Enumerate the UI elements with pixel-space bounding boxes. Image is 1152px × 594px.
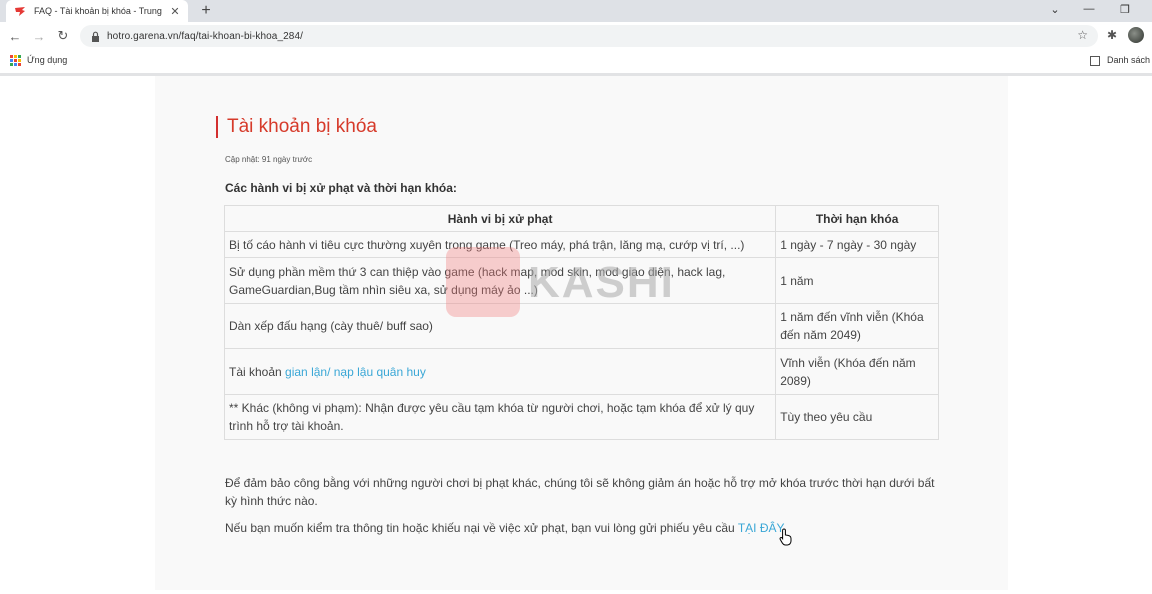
table-header-duration: Thời hạn khóa	[775, 205, 939, 232]
garena-favicon-icon	[14, 5, 26, 17]
behavior-prefix: Tài khoản	[229, 364, 286, 379]
watermark-text: KASHI	[528, 258, 675, 307]
browser-tab[interactable]: FAQ - Tài khoản bị khóa - Trung ✕	[6, 0, 188, 22]
table-cell-duration: Tùy theo yêu cầu	[775, 394, 939, 440]
tab-strip: FAQ - Tài khoản bị khóa - Trung ✕ + ⌄ — …	[0, 0, 1152, 22]
reload-icon[interactable]: ↻	[54, 27, 72, 45]
new-tab-icon[interactable]: +	[196, 1, 216, 21]
watermark-logo	[446, 247, 520, 317]
browser-toolbar: ← → ↻ hotro.garena.vn/faq/tai-khoan-bi-k…	[0, 22, 1152, 50]
table-cell-duration: 1 năm	[775, 257, 939, 304]
updated-timestamp: Cập nhật: 91 ngày trước	[225, 155, 313, 164]
page-viewport: Tài khoản bị khóa Cập nhật: 91 ngày trướ…	[0, 76, 1152, 594]
reading-list-icon[interactable]	[1090, 56, 1100, 66]
table-row: ** Khác (không vi phạm): Nhận được yêu c…	[223, 394, 939, 440]
table-row: Bị tố cáo hành vi tiêu cực thường xuyên …	[223, 231, 939, 258]
table-row: Dàn xếp đấu hạng (cày thuê/ buff sao) 1 …	[223, 303, 939, 349]
article-card: Tài khoản bị khóa Cập nhật: 91 ngày trướ…	[155, 76, 1008, 590]
table-header-behavior: Hành vi bị xử phạt	[223, 205, 777, 232]
policy-paragraph: Để đảm bảo công bằng với những người chơ…	[225, 476, 935, 508]
contact-here-link[interactable]: TẠI ĐÂY	[738, 521, 783, 535]
apps-grid-icon[interactable]	[10, 55, 21, 66]
lock-icon	[90, 30, 100, 42]
cheating-link[interactable]: gian lận/ nạp lậu quân huy	[285, 365, 426, 379]
forward-icon[interactable]: →	[30, 27, 48, 45]
back-icon[interactable]: ←	[6, 27, 24, 45]
apps-bookmark[interactable]: Ứng dụng	[27, 55, 67, 65]
table-header-row: Hành vi bị xử phạt Thời hạn khóa	[223, 205, 939, 232]
table-cell-duration: Vĩnh viễn (Khóa đến năm 2089)	[775, 348, 939, 395]
address-bar[interactable]: hotro.garena.vn/faq/tai-khoan-bi-khoa_28…	[80, 25, 1098, 47]
close-tab-icon[interactable]: ✕	[168, 4, 182, 18]
bookmarks-bar: Ứng dụng Danh sách	[0, 50, 1152, 72]
table-cell-duration: 1 năm đến vĩnh viễn (Khóa đến năm 2049)	[775, 303, 939, 349]
contact-paragraph: Nếu bạn muốn kiểm tra thông tin hoặc khi…	[225, 519, 945, 537]
restore-icon[interactable]: ❐	[1108, 0, 1142, 18]
section-heading: Các hành vi bị xử phạt và thời hạn khóa:	[225, 181, 457, 195]
table-cell-duration: 1 ngày - 7 ngày - 30 ngày	[775, 231, 939, 258]
hand-cursor-icon	[779, 528, 793, 546]
contact-text: Nếu bạn muốn kiểm tra thông tin hoặc khi…	[225, 521, 738, 535]
table-cell-behavior: Tài khoản gian lận/ nạp lậu quân huy	[223, 348, 777, 395]
chevron-down-icon[interactable]: ⌄	[1038, 0, 1072, 18]
extensions-icon[interactable]: ✱	[1104, 27, 1120, 43]
table-row: Tài khoản gian lận/ nạp lậu quân huy Vĩn…	[223, 348, 939, 395]
page-title: Tài khoản bị khóa	[216, 116, 377, 138]
bookmark-star-icon[interactable]: ☆	[1077, 28, 1088, 42]
penalty-table: Hành vi bị xử phạt Thời hạn khóa Bị tố c…	[223, 205, 939, 440]
table-cell-behavior: ** Khác (không vi phạm): Nhận được yêu c…	[223, 394, 777, 440]
minimize-icon[interactable]: —	[1072, 0, 1106, 18]
url-text: hotro.garena.vn/faq/tai-khoan-bi-khoa_28…	[107, 30, 303, 42]
reading-list-button[interactable]: Danh sách	[1107, 55, 1150, 65]
tab-title: FAQ - Tài khoản bị khóa - Trung	[34, 6, 162, 16]
profile-avatar[interactable]	[1128, 27, 1144, 43]
